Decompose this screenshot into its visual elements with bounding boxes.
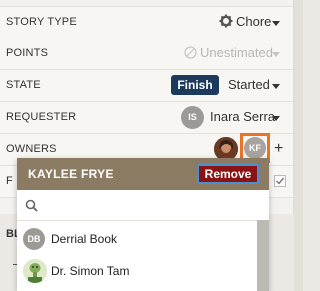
checkbox[interactable]	[274, 175, 286, 187]
owner-dropdown: KAYLEE FRYE Remove DB Derrial Book Dr. S…	[17, 158, 269, 291]
gear-icon	[219, 14, 233, 33]
chevron-down-icon	[272, 52, 280, 57]
dropdown-scrollbar[interactable]	[257, 220, 269, 291]
search-icon	[25, 199, 38, 217]
owner-avatar: KF	[244, 137, 266, 159]
unestimated-icon	[184, 46, 197, 64]
story-type-row[interactable]: STORY TYPE Chore	[0, 6, 293, 39]
requester-avatar: IS	[181, 106, 204, 129]
state-label: STATE	[6, 79, 41, 91]
story-type-label: STORY TYPE	[6, 16, 77, 28]
state-value[interactable]: Started	[228, 77, 270, 92]
list-item-name: Derrial Book	[51, 232, 118, 246]
list-item-name: Dr. Simon Tam	[51, 264, 130, 278]
avatar	[23, 259, 47, 283]
avatar: DB	[23, 228, 45, 250]
requester-value: Inara Serra	[210, 109, 276, 124]
dropdown-title: KAYLEE FRYE	[28, 167, 114, 181]
page-scrollbar[interactable]	[294, 0, 303, 291]
chevron-down-icon	[272, 116, 280, 121]
points-row[interactable]: POINTS Unestimated	[0, 38, 293, 70]
requester-row[interactable]: REQUESTER IS Inara Serra	[0, 102, 293, 134]
add-owner-icon[interactable]: +	[274, 140, 283, 158]
points-label: POINTS	[6, 47, 49, 59]
story-type-value: Chore	[236, 14, 272, 29]
requester-label: REQUESTER	[6, 111, 77, 123]
search-input[interactable]	[17, 192, 269, 221]
follow-label: F	[6, 175, 13, 187]
remove-button[interactable]: Remove	[197, 164, 259, 184]
list-item[interactable]: Dr. Simon Tam	[17, 256, 257, 286]
points-value: Unestimated	[200, 45, 273, 60]
owners-label: OWNERS	[6, 143, 57, 155]
state-row: STATE Finish Started	[0, 70, 293, 102]
dropdown-header: KAYLEE FRYE Remove	[17, 158, 269, 190]
finish-button[interactable]: Finish	[171, 75, 219, 95]
chevron-down-icon	[272, 21, 280, 26]
list-item[interactable]: DB Derrial Book	[17, 224, 257, 254]
chevron-down-icon[interactable]	[272, 84, 280, 89]
